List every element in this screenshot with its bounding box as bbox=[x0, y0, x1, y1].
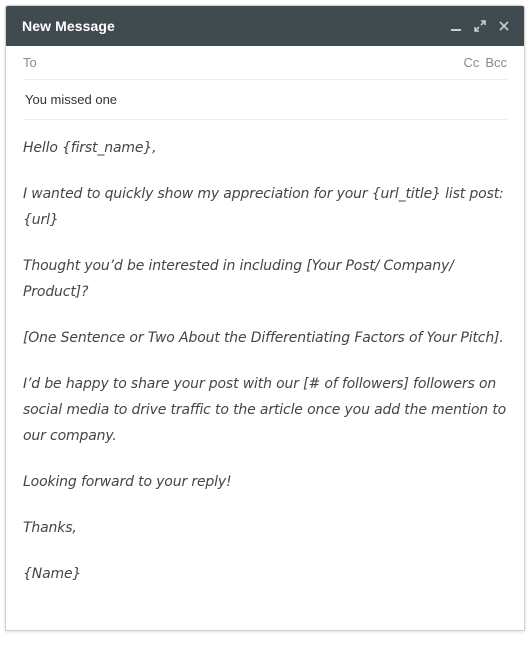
to-field[interactable]: To Cc Bcc bbox=[23, 46, 507, 80]
to-label: To bbox=[23, 55, 37, 70]
minimize-icon[interactable] bbox=[450, 20, 462, 32]
close-icon[interactable] bbox=[498, 20, 510, 32]
cc-bcc-links: Cc Bcc bbox=[463, 55, 507, 70]
body-paragraph: Thanks, bbox=[23, 520, 77, 536]
body-paragraph: {Name} bbox=[23, 566, 82, 582]
compose-window: New Message To Cc Bcc You missed one Hel… bbox=[5, 5, 525, 631]
body-paragraph: I wanted to quickly show my appreciation… bbox=[23, 186, 504, 228]
body-paragraph: I’d be happy to share your post with our… bbox=[23, 376, 507, 444]
body-paragraph: Thought you’d be interested in including… bbox=[23, 258, 454, 300]
compose-header[interactable]: New Message bbox=[6, 6, 524, 46]
body-paragraph: Hello {first_name}, bbox=[23, 140, 157, 156]
window-controls bbox=[450, 20, 510, 32]
body-paragraph: Looking forward to your reply! bbox=[23, 474, 232, 490]
bcc-link[interactable]: Bcc bbox=[485, 55, 507, 70]
expand-icon[interactable] bbox=[474, 20, 486, 32]
cc-link[interactable]: Cc bbox=[463, 55, 479, 70]
compose-title: New Message bbox=[22, 18, 115, 34]
body-paragraph: [One Sentence or Two About the Different… bbox=[23, 330, 504, 346]
message-body[interactable]: Hello {first_name}, I wanted to quickly … bbox=[6, 120, 524, 587]
subject-value[interactable]: You missed one bbox=[25, 92, 117, 107]
subject-field[interactable]: You missed one bbox=[23, 80, 507, 120]
